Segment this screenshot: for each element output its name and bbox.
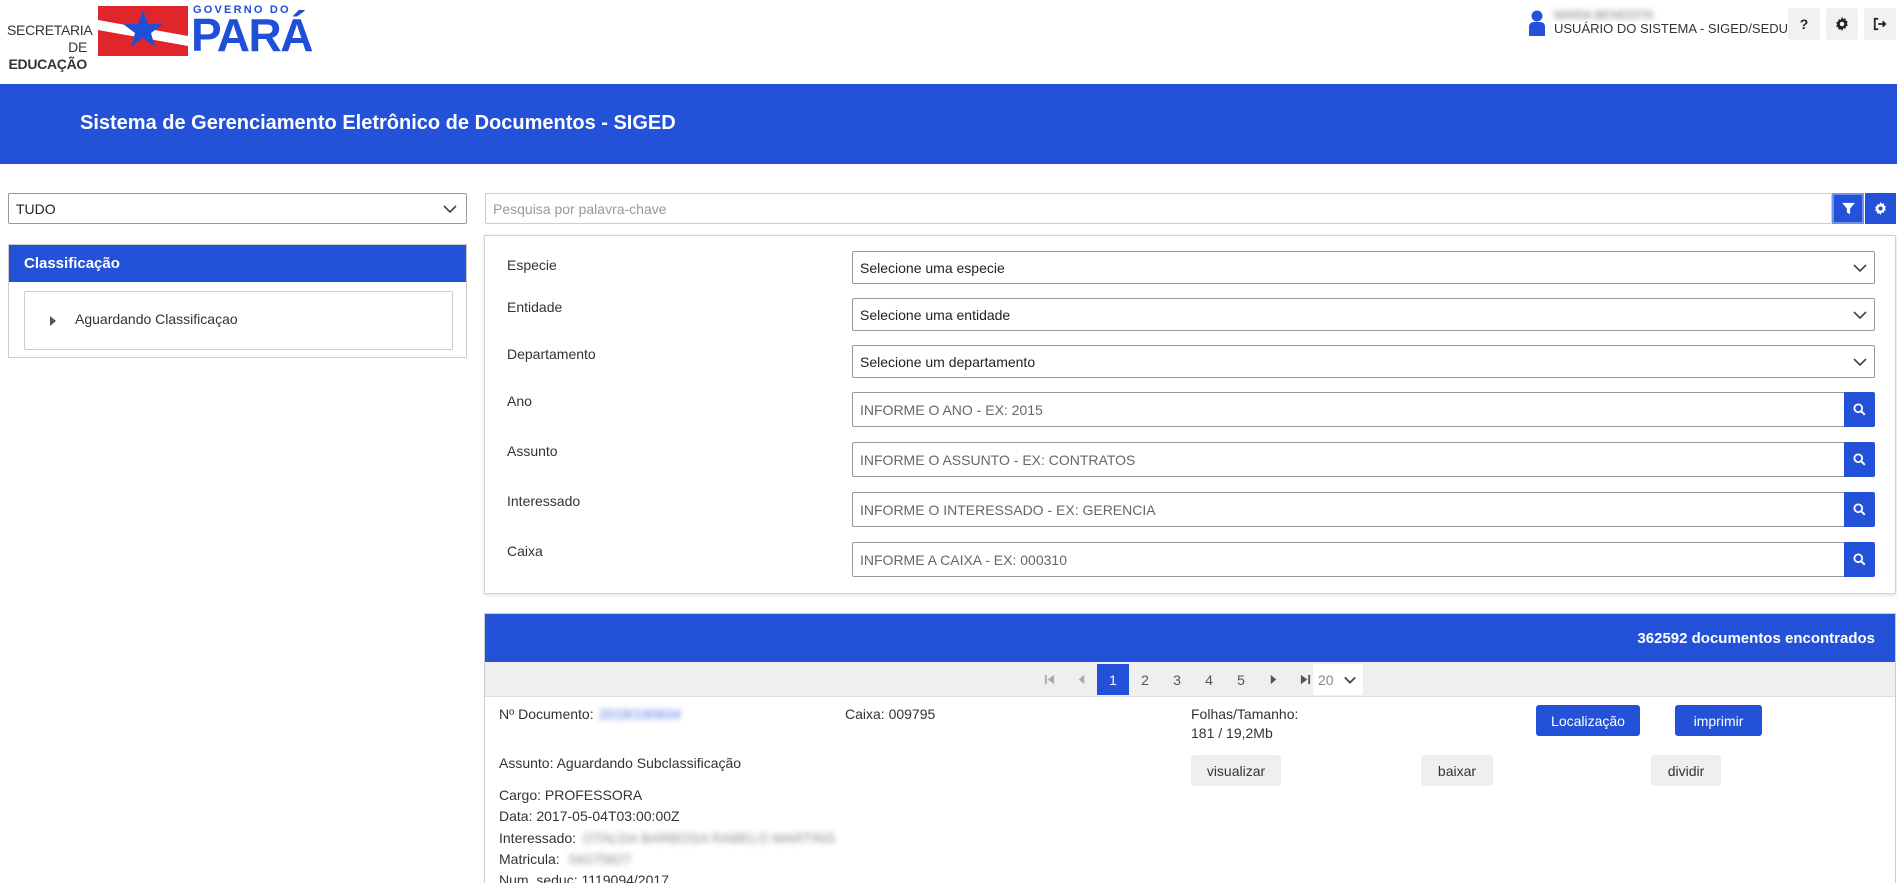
governo-para-logo: GOVERNO DO PARÁ: [191, 4, 313, 58]
ano-label: Ano: [507, 393, 532, 409]
help-icon: ?: [1799, 16, 1809, 32]
entidade-select[interactable]: Selecione uma entidade: [852, 298, 1875, 331]
ano-search-button[interactable]: [1844, 392, 1875, 427]
logout-button[interactable]: [1864, 8, 1896, 40]
interessado-label: Interessado: [507, 493, 581, 509]
assunto-search-button[interactable]: [1844, 442, 1875, 477]
doc-folhas-value: 181 / 19,2Mb: [1191, 725, 1273, 741]
assunto-input[interactable]: [852, 442, 1844, 477]
para-text: PARÁ: [191, 9, 313, 61]
caixa-input[interactable]: [852, 542, 1844, 577]
doc-matricula-label: Matricula:: [499, 851, 560, 867]
page-size-select[interactable]: 20: [1313, 664, 1363, 695]
chevron-down-icon: [443, 205, 457, 214]
first-page-button[interactable]: [1033, 664, 1065, 695]
entidade-select-value: Selecione uma entidade: [860, 307, 1011, 323]
prev-page-icon: [1078, 674, 1084, 685]
page-4-button[interactable]: 4: [1193, 664, 1225, 695]
tree-item-aguardando[interactable]: Aguardando Classificaçao: [75, 311, 238, 327]
search-icon: [1853, 503, 1866, 516]
imprimir-button[interactable]: imprimir: [1675, 705, 1762, 736]
chevron-down-icon: [1853, 311, 1867, 320]
user-icon: [1529, 10, 1545, 36]
doc-folhas-label: Folhas/Tamanho:: [1191, 706, 1299, 722]
doc-data: Data: 2017-05-04T03:00:00Z: [499, 808, 680, 824]
logout-icon: [1873, 17, 1887, 31]
classification-panel: Classificação Aguardando Classificaçao: [8, 244, 467, 358]
settings-button[interactable]: [1826, 8, 1858, 40]
gear-icon: [1875, 202, 1886, 215]
prev-page-button[interactable]: [1065, 664, 1097, 695]
page-3-button[interactable]: 3: [1161, 664, 1193, 695]
seduc-logo-line2: EDUCAÇÃO: [8, 56, 88, 72]
baixar-button[interactable]: baixar: [1421, 755, 1493, 786]
classification-title: Classificação: [24, 255, 120, 272]
search-icon: [1853, 403, 1866, 416]
classification-tree: Aguardando Classificaçao: [24, 291, 453, 350]
doc-matricula-value: 54275627: [569, 851, 632, 867]
chevron-down-icon: [1853, 264, 1867, 273]
scope-select[interactable]: TUDO: [8, 193, 467, 224]
doc-assunto: Assunto: Aguardando Subclassificação: [499, 755, 742, 771]
doc-number-label: Nº Documento:: [499, 706, 594, 722]
pagination: 1 2 3 4 5 20: [485, 662, 1895, 697]
assunto-label: Assunto: [507, 443, 558, 459]
page-1-button[interactable]: 1: [1097, 664, 1129, 695]
especie-label: Especie: [507, 257, 557, 273]
departamento-select[interactable]: Selecione um departamento: [852, 345, 1875, 378]
visualizar-button[interactable]: visualizar: [1191, 755, 1281, 786]
localizacao-button[interactable]: Localização: [1536, 705, 1640, 736]
page-size-value: 20: [1318, 671, 1334, 688]
classification-header: Classificação: [9, 245, 466, 282]
user-role: USUÁRIO DO SISTEMA - SIGED/SEDUC: [1554, 21, 1798, 36]
results-header: 362592 documentos encontrados: [485, 614, 1895, 662]
departamento-label: Departamento: [507, 346, 596, 362]
doc-cargo: Cargo: PROFESSORA: [499, 787, 643, 803]
doc-interessado-label: Interessado:: [499, 830, 577, 846]
search-icon: [1853, 553, 1866, 566]
page-2-button[interactable]: 2: [1129, 664, 1161, 695]
app-title: Sistema de Gerenciamento Eletrônico de D…: [80, 112, 676, 134]
entidade-label: Entidade: [507, 299, 563, 315]
doc-number-link[interactable]: 2018/190834: [599, 706, 681, 722]
app-banner: Sistema de Gerenciamento Eletrônico de D…: [0, 84, 1897, 164]
keyword-search-input[interactable]: [485, 193, 1832, 224]
top-bar: SECRETARIA DE EDUCAÇÃO GOVERNO DO PARÁ M…: [0, 0, 1897, 84]
search-settings-button[interactable]: [1865, 193, 1896, 224]
filter-icon: [1841, 202, 1855, 215]
seduc-logo-line1: SECRETARIA DE: [7, 22, 93, 55]
scope-select-value: TUDO: [16, 201, 56, 217]
para-flag-logo: [98, 6, 188, 56]
gear-icon: [1836, 17, 1848, 31]
doc-num-seduc: Num_seduc: 1119094/2017: [499, 872, 669, 883]
departamento-select-value: Selecione um departamento: [860, 354, 1036, 370]
dividir-button[interactable]: dividir: [1651, 755, 1721, 786]
search-icon: [1853, 453, 1866, 466]
chevron-down-icon: [1853, 358, 1867, 367]
last-page-icon: [1300, 674, 1310, 685]
first-page-icon: [1044, 674, 1054, 685]
filter-button[interactable]: [1832, 193, 1864, 224]
doc-interessado-value: OTALDA BARBOSA RABELO MARTINS: [583, 830, 836, 846]
page-5-button[interactable]: 5: [1225, 664, 1257, 695]
user-name: MARIA BENEDITA: [1554, 8, 1654, 22]
especie-select[interactable]: Selecione uma especie: [852, 251, 1875, 284]
caret-right-icon[interactable]: [50, 316, 56, 326]
chevron-down-icon: [1344, 676, 1356, 684]
caixa-search-button[interactable]: [1844, 542, 1875, 577]
help-button[interactable]: ?: [1788, 8, 1820, 40]
caixa-label: Caixa: [507, 543, 543, 559]
interessado-input[interactable]: [852, 492, 1844, 527]
advanced-filter-panel: Especie Selecione uma especie Entidade S…: [484, 235, 1896, 594]
next-page-button[interactable]: [1257, 664, 1289, 695]
seduc-logo: SECRETARIA DE EDUCAÇÃO: [7, 22, 93, 73]
ano-input[interactable]: [852, 392, 1844, 427]
doc-caixa: Caixa: 009795: [845, 706, 936, 722]
especie-select-value: Selecione uma especie: [860, 260, 1005, 276]
results-panel: 362592 documentos encontrados 1 2 3 4 5 …: [484, 613, 1896, 883]
next-page-icon: [1270, 674, 1276, 685]
interessado-search-button[interactable]: [1844, 492, 1875, 527]
results-count: 362592 documentos encontrados: [1637, 630, 1875, 647]
